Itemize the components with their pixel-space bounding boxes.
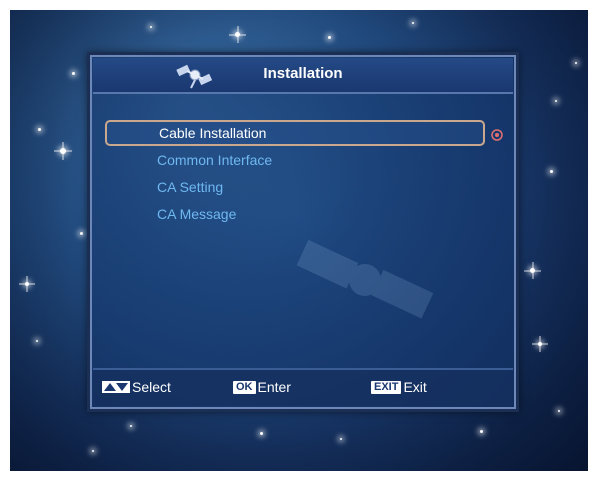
exit-key-icon: EXIT bbox=[371, 380, 402, 394]
star-icon bbox=[328, 36, 331, 39]
star-icon bbox=[575, 62, 577, 64]
installation-menu: Cable Installation Common Interface CA S… bbox=[105, 120, 485, 228]
star-icon bbox=[60, 148, 66, 154]
menu-item-common-interface[interactable]: Common Interface bbox=[105, 147, 485, 173]
star-icon bbox=[80, 232, 83, 235]
footer-hints: Select OK Enter EXIT Exit bbox=[93, 368, 513, 406]
star-icon bbox=[550, 170, 553, 173]
select-label: Select bbox=[132, 379, 171, 395]
star-icon bbox=[555, 100, 557, 102]
star-icon bbox=[530, 268, 535, 273]
star-icon bbox=[480, 430, 483, 433]
star-icon bbox=[38, 128, 41, 131]
star-icon bbox=[130, 425, 132, 427]
menu-item-ca-setting[interactable]: CA Setting bbox=[105, 174, 485, 200]
enter-hint: OK Enter bbox=[233, 379, 291, 395]
star-icon bbox=[150, 26, 152, 28]
enter-label: Enter bbox=[257, 379, 291, 395]
exit-hint: EXIT Exit bbox=[371, 379, 427, 395]
star-icon bbox=[25, 282, 29, 286]
installation-dialog: Installation Cable Installation Common I… bbox=[87, 52, 519, 412]
exit-label: Exit bbox=[403, 379, 427, 395]
up-down-arrows-icon bbox=[102, 381, 130, 393]
ok-key-icon: OK bbox=[233, 380, 256, 394]
star-icon bbox=[36, 340, 38, 342]
star-icon bbox=[340, 438, 342, 440]
star-icon bbox=[558, 410, 560, 412]
title-bar: Installation bbox=[93, 58, 513, 94]
star-icon bbox=[72, 72, 75, 75]
satellite-watermark-icon bbox=[296, 239, 434, 319]
select-hint: Select bbox=[102, 379, 171, 395]
star-icon bbox=[538, 342, 542, 346]
star-icon bbox=[260, 432, 263, 435]
menu-item-ca-message[interactable]: CA Message bbox=[105, 201, 485, 227]
menu-item-cable-installation[interactable]: Cable Installation bbox=[105, 120, 485, 146]
selection-dot-icon bbox=[491, 129, 503, 141]
star-icon bbox=[235, 32, 240, 37]
page-title: Installation bbox=[263, 65, 343, 82]
star-icon bbox=[412, 22, 414, 24]
star-icon bbox=[92, 450, 94, 452]
